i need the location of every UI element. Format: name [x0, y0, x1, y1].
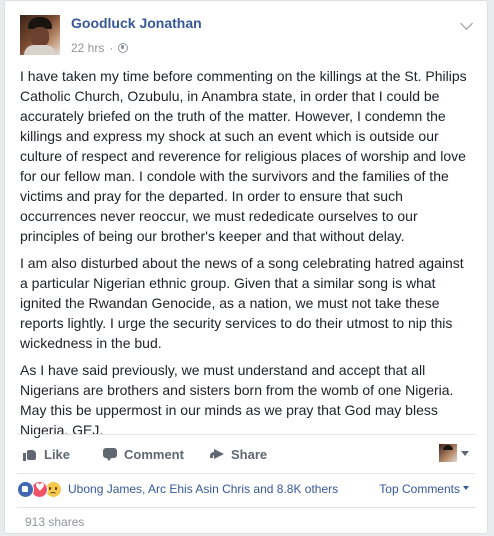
post-card: Goodluck Jonathan 22 hrs · I have taken …: [4, 0, 488, 534]
post-paragraph: I am also disturbed about the news of a …: [20, 255, 464, 351]
meta-separator: ·: [109, 41, 114, 55]
shares-row: 913 shares: [17, 507, 475, 536]
post-body: I have taken my time before commenting o…: [20, 66, 470, 447]
like-reaction-icon: [17, 480, 34, 498]
comment-bubble-icon: [103, 447, 117, 461]
top-comments-label: Top Comments: [379, 482, 460, 496]
reaction-icons[interactable]: [17, 480, 62, 498]
comment-button[interactable]: Comment: [103, 447, 184, 462]
thumbs-up-icon: [23, 447, 37, 461]
chevron-down-icon[interactable]: [460, 17, 473, 30]
author-avatar[interactable]: [20, 15, 60, 55]
share-label: Share: [231, 446, 268, 462]
caret-down-icon: [463, 485, 469, 490]
shares-count[interactable]: 913 shares: [25, 515, 84, 529]
author-name[interactable]: Goodluck Jonathan: [71, 15, 202, 31]
post-paragraph: I have taken my time before commenting o…: [20, 68, 467, 244]
caret-down-icon: [461, 450, 469, 456]
avatar-face: [31, 27, 49, 47]
post-meta: 22 hrs ·: [71, 41, 129, 55]
share-button[interactable]: Share: [210, 447, 267, 462]
avatar-shirt: [24, 45, 56, 55]
post-timestamp[interactable]: 22 hrs: [71, 41, 104, 55]
reactors-summary[interactable]: Ubong James, Arc Ehis Asin Chris and 8.8…: [68, 482, 338, 496]
post-header: Goodluck Jonathan 22 hrs ·: [5, 1, 487, 67]
globe-icon: [118, 43, 129, 53]
post-paragraph: As I have said previously, we must under…: [20, 362, 454, 438]
page-selector-button[interactable]: [439, 444, 469, 462]
like-button[interactable]: Like: [23, 447, 70, 462]
share-arrow-icon: [210, 447, 224, 461]
top-comments-dropdown[interactable]: Top Comments: [379, 482, 469, 496]
comment-label: Comment: [124, 446, 184, 462]
like-label: Like: [44, 446, 71, 462]
reactions-row: Ubong James, Arc Ehis Asin Chris and 8.8…: [17, 476, 475, 502]
page-avatar: [439, 444, 457, 462]
action-bar: Like Comment Share: [17, 434, 475, 474]
